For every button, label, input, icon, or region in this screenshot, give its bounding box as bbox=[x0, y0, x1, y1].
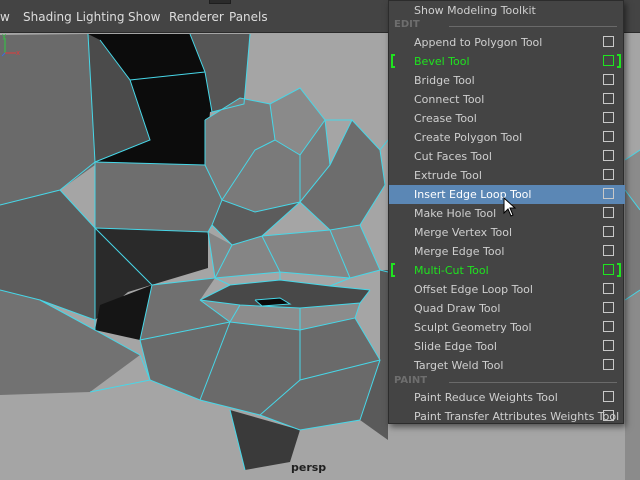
menu-item-extrude[interactable]: Extrude Tool bbox=[389, 166, 625, 185]
option-box-icon[interactable] bbox=[603, 302, 614, 313]
option-box-icon[interactable] bbox=[603, 391, 614, 402]
option-box-icon[interactable] bbox=[603, 410, 614, 421]
menu-item-append-to-polygon[interactable]: Append to Polygon Tool bbox=[389, 33, 625, 52]
menu-item-label: Target Weld Tool bbox=[414, 359, 504, 372]
menu-item-label: Connect Tool bbox=[414, 93, 485, 106]
option-box-icon[interactable] bbox=[603, 340, 614, 351]
option-box-icon[interactable] bbox=[603, 169, 614, 180]
option-box-icon[interactable] bbox=[603, 264, 614, 275]
section-header-edit: EDIT bbox=[394, 19, 420, 30]
menu-item-multi-cut[interactable]: Multi-Cut Tool bbox=[389, 261, 625, 280]
menu-item-bevel[interactable]: Bevel Tool bbox=[389, 52, 625, 71]
option-box-icon[interactable] bbox=[603, 188, 614, 199]
menu-item-label: Append to Polygon Tool bbox=[414, 36, 543, 49]
menu-item-slide-edge[interactable]: Slide Edge Tool bbox=[389, 337, 625, 356]
menu-item-quad-draw[interactable]: Quad Draw Tool bbox=[389, 299, 625, 318]
menu-renderer[interactable]: Renderer bbox=[169, 10, 224, 24]
svg-text:y: y bbox=[2, 33, 6, 40]
menu-item-label: Paint Transfer Attributes Weights Tool bbox=[414, 410, 620, 423]
menu-item-label: Sculpt Geometry Tool bbox=[414, 321, 532, 334]
menu-item-label: Cut Faces Tool bbox=[414, 150, 492, 163]
active-bracket-icon bbox=[617, 54, 621, 68]
menu-item-connect[interactable]: Connect Tool bbox=[389, 90, 625, 109]
active-bracket-icon bbox=[617, 263, 621, 277]
svg-text:x: x bbox=[16, 49, 20, 57]
menu-item-label: Bevel Tool bbox=[414, 55, 470, 68]
active-bracket-icon bbox=[391, 54, 395, 68]
menu-item-paint-transfer-attributes-weights[interactable]: Paint Transfer Attributes Weights Tool bbox=[389, 407, 625, 426]
menu-item-bridge[interactable]: Bridge Tool bbox=[389, 71, 625, 90]
menu-show[interactable]: Show bbox=[128, 10, 160, 24]
menu-item-target-weld[interactable]: Target Weld Tool bbox=[389, 356, 625, 375]
menu-item-label: Merge Edge Tool bbox=[414, 245, 505, 258]
menu-item-show-modeling-toolkit[interactable]: Show Modeling Toolkit bbox=[389, 1, 625, 20]
axis-gizmo-icon: y x bbox=[1, 33, 20, 57]
option-box-icon[interactable] bbox=[603, 93, 614, 104]
menu-item-label: Create Polygon Tool bbox=[414, 131, 523, 144]
menu-item-label: Paint Reduce Weights Tool bbox=[414, 391, 558, 404]
section-divider bbox=[449, 382, 617, 383]
menu-item-label: Multi-Cut Tool bbox=[414, 264, 489, 277]
menu-item-label: Offset Edge Loop Tool bbox=[414, 283, 533, 296]
option-box-icon[interactable] bbox=[603, 359, 614, 370]
option-box-icon[interactable] bbox=[603, 245, 614, 256]
option-box-icon[interactable] bbox=[603, 74, 614, 85]
menu-view[interactable]: w bbox=[0, 10, 10, 24]
top-input-field[interactable] bbox=[209, 0, 231, 4]
menu-item-label: Show Modeling Toolkit bbox=[414, 4, 536, 17]
camera-name-label: persp bbox=[291, 461, 327, 474]
menu-item-merge-edge[interactable]: Merge Edge Tool bbox=[389, 242, 625, 261]
menu-item-label: Make Hole Tool bbox=[414, 207, 497, 220]
menu-shading[interactable]: Shading bbox=[23, 10, 72, 24]
menu-item-label: Slide Edge Tool bbox=[414, 340, 497, 353]
mouse-pointer-icon bbox=[503, 197, 517, 217]
menu-item-label: Bridge Tool bbox=[414, 74, 475, 87]
menu-item-merge-vertex[interactable]: Merge Vertex Tool bbox=[389, 223, 625, 242]
option-box-icon[interactable] bbox=[603, 55, 614, 66]
menu-lighting[interactable]: Lighting bbox=[76, 10, 125, 24]
option-box-icon[interactable] bbox=[603, 226, 614, 237]
option-box-icon[interactable] bbox=[603, 207, 614, 218]
section-divider bbox=[449, 26, 617, 27]
menu-item-offset-edge-loop[interactable]: Offset Edge Loop Tool bbox=[389, 280, 625, 299]
option-box-icon[interactable] bbox=[603, 150, 614, 161]
menu-item-label: Merge Vertex Tool bbox=[414, 226, 513, 239]
option-box-icon[interactable] bbox=[603, 36, 614, 47]
menu-item-label: Quad Draw Tool bbox=[414, 302, 501, 315]
menu-item-paint-reduce-weights[interactable]: Paint Reduce Weights Tool bbox=[389, 388, 625, 407]
menu-item-cut-faces[interactable]: Cut Faces Tool bbox=[389, 147, 625, 166]
menu-item-create-polygon[interactable]: Create Polygon Tool bbox=[389, 128, 625, 147]
active-bracket-icon bbox=[391, 263, 395, 277]
menu-item-label: Extrude Tool bbox=[414, 169, 482, 182]
menu-panels[interactable]: Panels bbox=[229, 10, 268, 24]
option-box-icon[interactable] bbox=[603, 321, 614, 332]
menu-item-label: Crease Tool bbox=[414, 112, 477, 125]
menu-item-crease[interactable]: Crease Tool bbox=[389, 109, 625, 128]
option-box-icon[interactable] bbox=[603, 131, 614, 142]
option-box-icon[interactable] bbox=[603, 283, 614, 294]
menu-item-sculpt-geometry[interactable]: Sculpt Geometry Tool bbox=[389, 318, 625, 337]
option-box-icon[interactable] bbox=[603, 112, 614, 123]
section-header-paint: PAINT bbox=[394, 375, 428, 386]
